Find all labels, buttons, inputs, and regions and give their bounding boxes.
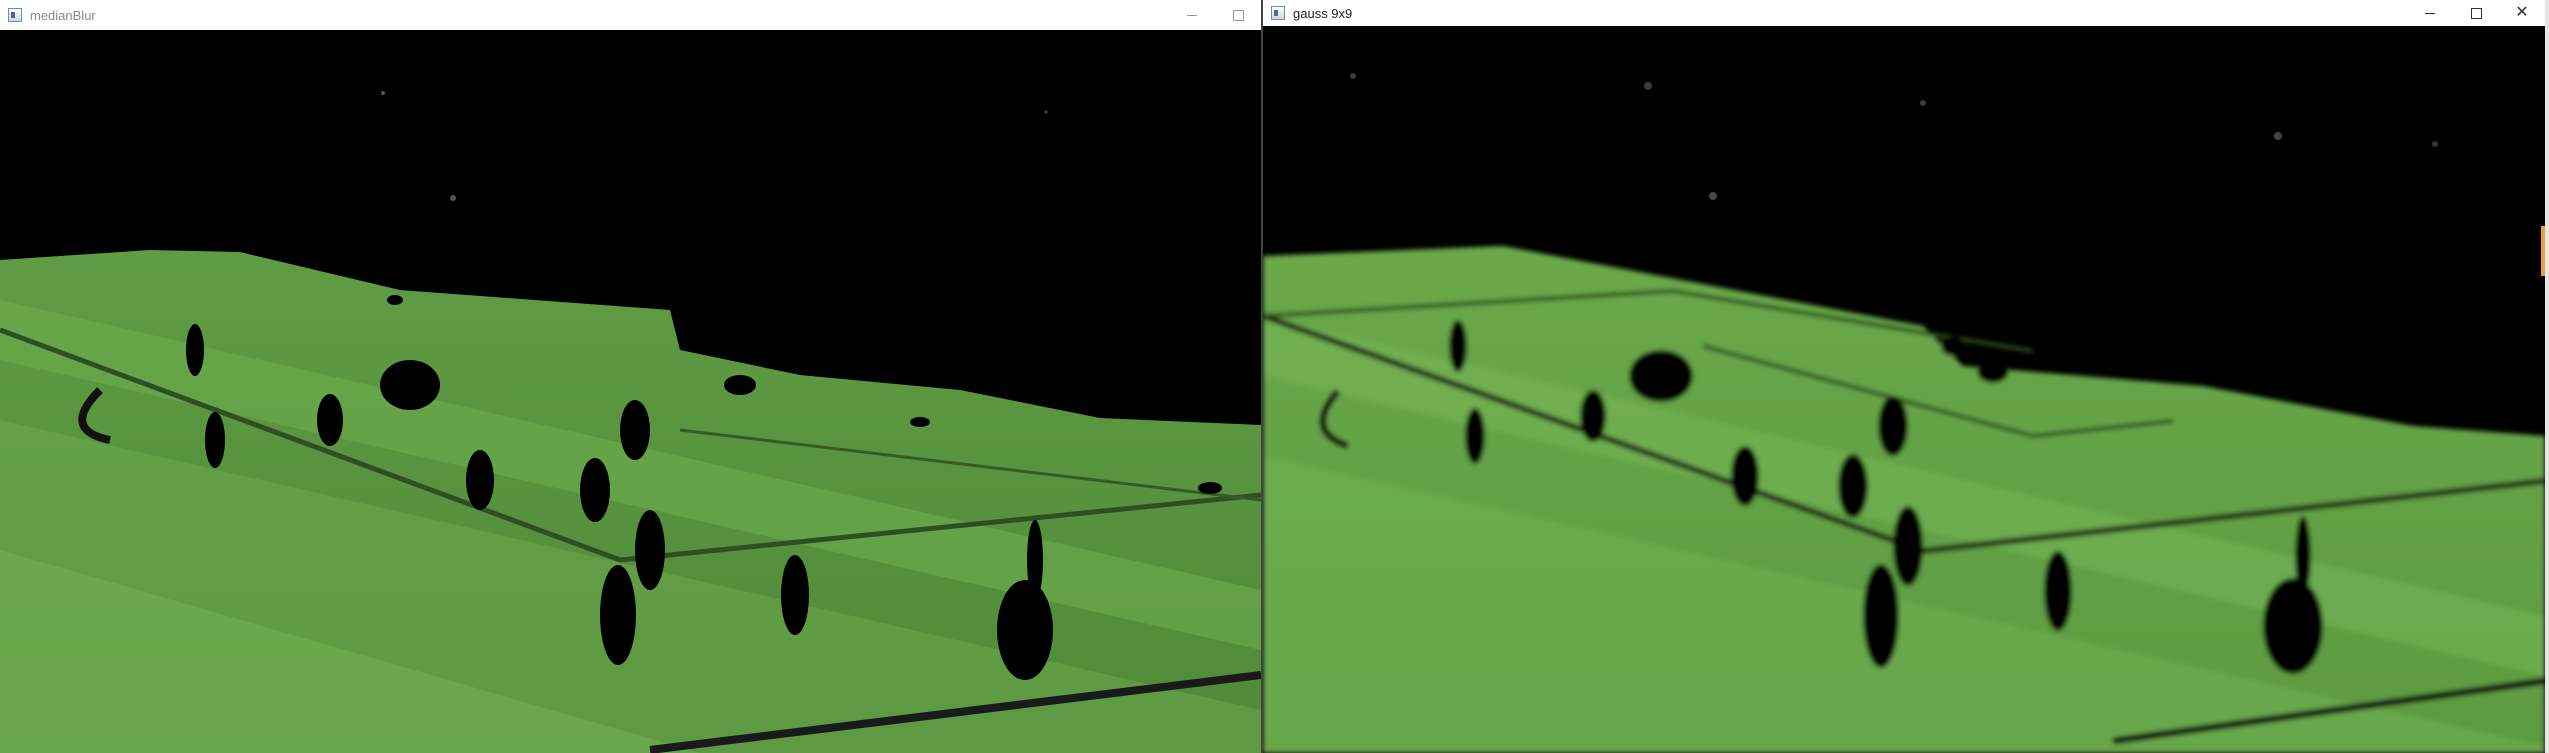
app-window-icon <box>1271 6 1285 20</box>
maximize-button[interactable] <box>2453 0 2499 26</box>
close-button[interactable]: ✕ <box>2499 0 2545 26</box>
gauss-window[interactable]: gauss 9x9 ✕ <box>1261 0 2549 753</box>
title-bar[interactable]: medianBlur <box>0 0 1261 30</box>
window-title: gauss 9x9 <box>1293 5 1353 21</box>
window-title: medianBlur <box>30 7 96 23</box>
median-blur-image <box>0 30 1261 753</box>
minimize-icon <box>2425 12 2435 14</box>
minimize-icon <box>1187 14 1197 16</box>
maximize-icon <box>2470 7 2482 19</box>
maximize-button[interactable] <box>1215 0 1261 30</box>
gauss-blur-image <box>1263 26 2545 753</box>
close-icon: ✕ <box>2515 4 2529 21</box>
medianblur-window[interactable]: medianBlur <box>0 0 1261 753</box>
maximize-icon <box>1232 9 1244 21</box>
minimize-button[interactable] <box>1169 0 1215 30</box>
window-controls <box>1169 0 1261 30</box>
edge-strip <box>2541 226 2545 276</box>
title-bar[interactable]: gauss 9x9 ✕ <box>1263 0 2545 26</box>
image-view <box>1263 26 2545 753</box>
app-window-icon <box>8 8 22 22</box>
minimize-button[interactable] <box>2407 0 2453 26</box>
window-controls: ✕ <box>2407 0 2545 26</box>
image-view <box>0 30 1261 753</box>
